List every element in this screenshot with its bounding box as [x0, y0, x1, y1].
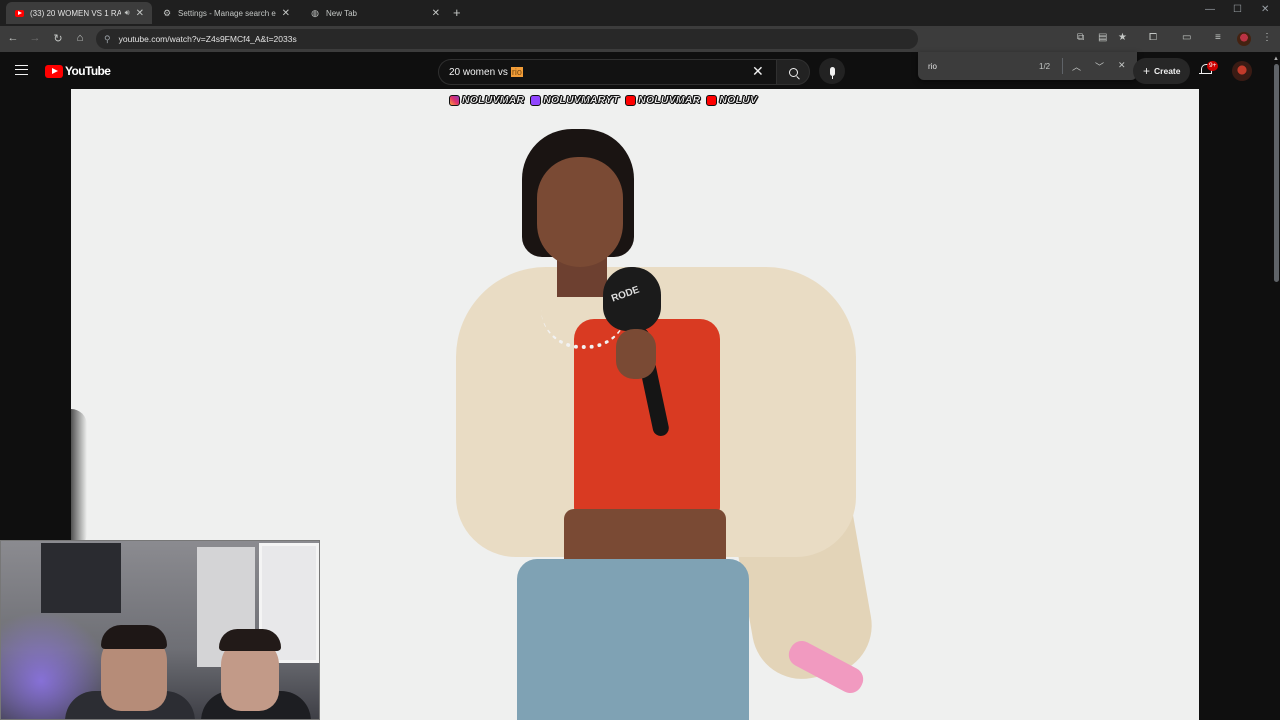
reload-icon[interactable]: ↻	[51, 32, 65, 45]
page-scrollbar[interactable]: ▲	[1272, 56, 1280, 720]
search-icon	[788, 67, 798, 77]
kebab-menu-icon[interactable]: ⋮	[1262, 32, 1272, 43]
twitch-icon	[530, 94, 542, 106]
find-divider	[1062, 58, 1063, 74]
social-handles-overlay: NOLUVMAR NOLUVMARYT NOLUVMAR NOLUV	[449, 94, 757, 106]
browser-tab-strip: (33) 20 WOMEN VS 1 RAPP 🔊︎ ✕ ⚙ Settings …	[0, 0, 1280, 26]
find-in-page-bar: rio 1/2 ︿ ﹀ ✕	[918, 52, 1137, 80]
reader-mode-icon[interactable]: ▤	[1098, 32, 1107, 43]
home-icon[interactable]: ⌂	[73, 32, 87, 44]
bookmark-star-icon[interactable]: ★	[1118, 32, 1127, 43]
tab-new-tab[interactable]: ◍ New Tab ✕	[302, 2, 448, 24]
social-handle: NOLUVMAR	[625, 94, 700, 106]
find-previous-chevron-up-icon[interactable]: ︿	[1072, 60, 1081, 73]
person-right-hair	[219, 629, 281, 651]
youtube-icon	[625, 94, 637, 106]
search-button[interactable]	[776, 59, 810, 85]
youtube-play-icon	[45, 64, 63, 78]
face	[537, 157, 623, 267]
close-tab-icon[interactable]: ✕	[432, 8, 440, 19]
youtube-icon	[706, 94, 718, 106]
maximize-icon[interactable]: ☐	[1233, 4, 1242, 15]
find-input[interactable]: rio	[928, 62, 937, 71]
audio-playing-icon[interactable]: 🔊︎	[125, 8, 130, 18]
person-left-hair	[101, 625, 167, 649]
search-query-text: 20 women vs	[449, 66, 508, 78]
voice-search-button[interactable]	[819, 58, 845, 84]
dark-shelf	[41, 543, 121, 613]
social-handle: NOLUVMAR	[449, 94, 524, 106]
tab-title: Settings - Manage search engi	[178, 8, 276, 18]
microphone-head-icon: RODE	[603, 267, 661, 331]
social-handle-text: NOLUV	[719, 94, 758, 106]
scrollbar-thumb[interactable]	[1274, 64, 1279, 282]
globe-icon: ◍	[311, 7, 319, 18]
minimize-icon[interactable]: —	[1205, 4, 1215, 15]
close-tab-icon[interactable]: ✕	[136, 8, 144, 19]
account-avatar[interactable]	[1232, 61, 1252, 81]
social-handle: NOLUVMARYT	[530, 94, 619, 106]
url-text: youtube.com/watch?v=Z4s9FMCf4_A&t=2033s	[118, 34, 297, 44]
tab-title: New Tab	[326, 8, 357, 18]
back-arrow-icon[interactable]: ←	[6, 32, 20, 44]
hand	[616, 329, 656, 379]
side-panel-icon[interactable]: ▭	[1182, 32, 1191, 43]
hamburger-menu-icon[interactable]	[15, 65, 28, 75]
search-input[interactable]: 20 women vs rio	[438, 59, 776, 85]
jeans	[517, 559, 749, 720]
install-app-icon[interactable]: ⧉	[1077, 32, 1084, 43]
plus-icon: +	[1143, 64, 1151, 78]
social-handle: NOLUV	[706, 94, 757, 106]
find-match-count: 1/2	[1039, 62, 1051, 71]
tab-settings[interactable]: ⚙ Settings - Manage search engi ✕	[154, 2, 298, 24]
extensions-puzzle-icon[interactable]: ⧠	[1149, 32, 1157, 43]
youtube-wordmark: YouTube	[65, 64, 111, 78]
browser-profile-avatar[interactable]	[1237, 32, 1251, 46]
new-tab-plus-icon[interactable]: +	[453, 5, 461, 20]
browser-toolbar: ← → ↻ ⌂ ⚲ youtube.com/watch?v=Z4s9FMCf4_…	[0, 26, 1280, 52]
youtube-favicon-icon	[14, 8, 24, 18]
close-tab-icon[interactable]: ✕	[282, 8, 290, 19]
site-info-icon[interactable]: ⚲	[104, 34, 111, 45]
instagram-icon	[449, 94, 460, 106]
scroll-up-arrow-icon[interactable]: ▲	[1273, 56, 1279, 62]
social-handle-text: NOLUVMAR	[462, 94, 525, 106]
find-next-chevron-down-icon[interactable]: ﹀	[1095, 60, 1104, 73]
tab-title: (33) 20 WOMEN VS 1 RAPP	[30, 8, 121, 18]
address-bar[interactable]: ⚲ youtube.com/watch?v=Z4s9FMCf4_A&t=2033…	[96, 29, 918, 49]
clear-search-icon[interactable]: ✕	[752, 64, 764, 78]
social-handle-text: NOLUVMARYT	[543, 94, 620, 106]
youtube-logo[interactable]: YouTube	[45, 64, 111, 78]
mic-brand-text: RODE	[609, 284, 641, 305]
webcam-overlay	[0, 540, 320, 720]
forward-arrow-icon[interactable]: →	[28, 32, 42, 44]
social-handle-text: NOLUVMAR	[638, 94, 701, 106]
tab-youtube[interactable]: (33) 20 WOMEN VS 1 RAPP 🔊︎ ✕	[6, 2, 152, 24]
microphone-icon	[829, 66, 835, 79]
find-highlight: rio	[510, 67, 523, 77]
create-label: Create	[1154, 66, 1181, 76]
create-button[interactable]: + Create	[1133, 58, 1191, 84]
media-controls-icon[interactable]: ≡	[1215, 32, 1221, 43]
gear-icon: ⚙	[162, 7, 172, 18]
find-close-icon[interactable]: ✕	[1118, 60, 1126, 71]
video-edge-shadow	[71, 409, 87, 549]
close-window-icon[interactable]: ✕	[1261, 4, 1269, 15]
